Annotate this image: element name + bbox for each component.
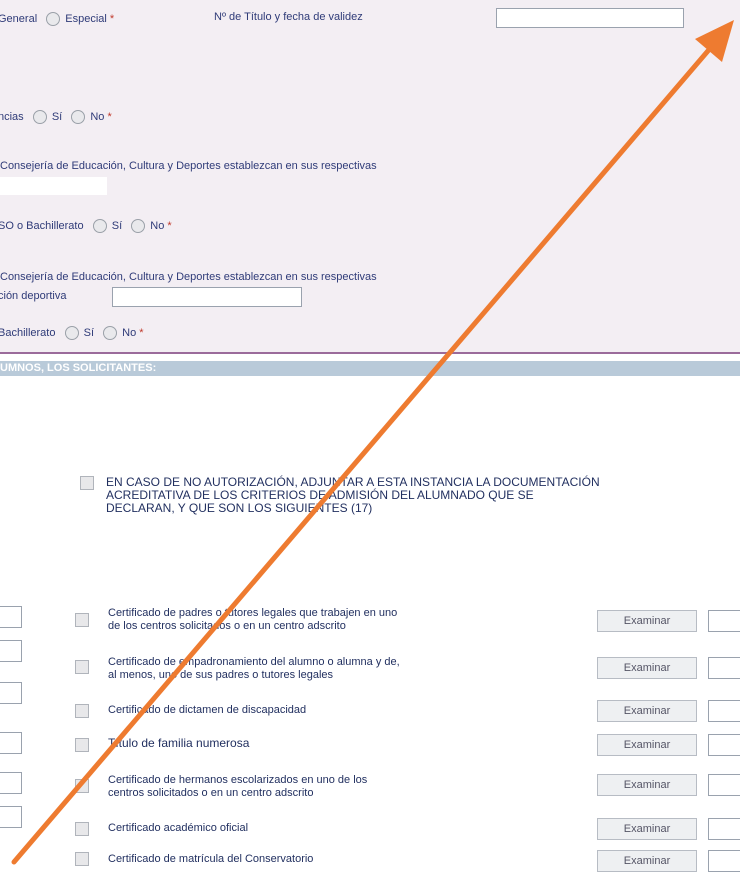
annotation-arrow-icon — [11, 20, 734, 865]
arrow-shaft — [11, 42, 716, 865]
